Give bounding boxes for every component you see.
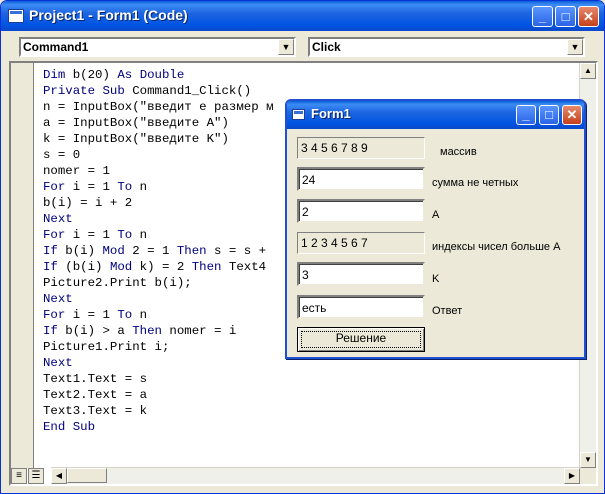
horizontal-scrollbar[interactable]: ◀ ▶: [51, 467, 580, 484]
a-label: A: [432, 209, 440, 221]
code-margin: [11, 63, 34, 468]
scroll-up-icon[interactable]: ▲: [580, 63, 596, 79]
code-line[interactable]: Text2.Text = a: [43, 387, 274, 403]
procedure-view-icon[interactable]: ≡: [11, 468, 27, 484]
text2-field[interactable]: 2: [297, 199, 425, 223]
form-minimize-button[interactable]: _: [516, 105, 536, 125]
code-line[interactable]: End Sub: [43, 419, 274, 435]
object-combo-value: Command1: [23, 40, 89, 54]
window-title: Project1 - Form1 (Code): [29, 7, 188, 23]
code-line[interactable]: For i = 1 To n: [43, 179, 274, 195]
code-line[interactable]: a = InputBox("введите A"): [43, 115, 274, 131]
solve-button[interactable]: Решение: [297, 327, 425, 352]
code-line[interactable]: Private Sub Command1_Click(): [43, 83, 274, 99]
code-line[interactable]: Dim b(20) As Double: [43, 67, 274, 83]
picture2-box: 3 4 5 6 7 8 9: [297, 137, 425, 159]
code-lines[interactable]: Dim b(20) As Double Private Sub Command1_…: [43, 67, 274, 435]
form-maximize-button[interactable]: □: [539, 105, 559, 125]
scroll-right-icon[interactable]: ▶: [564, 468, 580, 484]
code-line[interactable]: Next: [43, 291, 274, 307]
text1-field[interactable]: 24: [297, 167, 425, 191]
code-line[interactable]: Picture2.Print b(i);: [43, 275, 274, 291]
code-line[interactable]: Picture1.Print i;: [43, 339, 274, 355]
maximize-button[interactable]: □: [555, 6, 576, 27]
form1-window: Form1 _ □ ✕ 3 4 5 6 7 8 9 массив 24 сумм…: [285, 99, 586, 359]
code-line[interactable]: Text1.Text = s: [43, 371, 274, 387]
code-line[interactable]: Next: [43, 211, 274, 227]
procedure-combo[interactable]: Click ▼: [308, 37, 585, 57]
form1-titlebar[interactable]: Form1 _ □ ✕: [287, 101, 584, 129]
form-icon: [292, 109, 305, 120]
indexes-label: индексы чисел больше А: [432, 241, 561, 253]
app-icon: [8, 9, 24, 23]
picture1-box: 1 2 3 4 5 6 7: [297, 232, 425, 254]
chevron-down-icon[interactable]: ▼: [278, 39, 294, 55]
object-combo[interactable]: Command1 ▼: [19, 37, 296, 57]
close-button[interactable]: ✕: [578, 6, 599, 27]
code-line[interactable]: Next: [43, 355, 274, 371]
code-line[interactable]: If b(i) > a Then nomer = i: [43, 323, 274, 339]
code-line[interactable]: For i = 1 To n: [43, 307, 274, 323]
scroll-down-icon[interactable]: ▼: [580, 452, 596, 468]
odd-sum-label: сумма не четных: [432, 177, 519, 189]
code-line[interactable]: s = 0: [43, 147, 274, 163]
code-line[interactable]: n = InputBox("введит е размер м: [43, 99, 274, 115]
code-window-titlebar[interactable]: Project1 - Form1 (Code) _ □ ✕: [1, 1, 604, 31]
procedure-combo-value: Click: [312, 40, 341, 54]
focus-rect: [301, 331, 421, 348]
code-line[interactable]: If (b(i) Mod k) = 2 Then Text4: [43, 259, 274, 275]
scroll-thumb[interactable]: [67, 468, 107, 483]
form1-title: Form1: [311, 106, 351, 121]
k-label: K: [432, 273, 440, 285]
array-label: массив: [440, 146, 477, 158]
code-line[interactable]: For i = 1 To n: [43, 227, 274, 243]
scroll-corner: [580, 468, 596, 484]
code-line[interactable]: k = InputBox("введите K"): [43, 131, 274, 147]
code-line[interactable]: Text3.Text = k: [43, 403, 274, 419]
text4-field[interactable]: есть: [297, 295, 425, 319]
answer-label: Ответ: [432, 305, 463, 317]
code-line[interactable]: If b(i) Mod 2 = 1 Then s = s +: [43, 243, 274, 259]
code-line[interactable]: nomer = 1: [43, 163, 274, 179]
minimize-button[interactable]: _: [532, 6, 553, 27]
scroll-left-icon[interactable]: ◀: [51, 468, 67, 484]
chevron-down-icon[interactable]: ▼: [567, 39, 583, 55]
form-close-button[interactable]: ✕: [562, 105, 582, 125]
code-line[interactable]: b(i) = i + 2: [43, 195, 274, 211]
full-module-view-icon[interactable]: ☰: [28, 468, 44, 484]
text3-field[interactable]: 3: [297, 262, 425, 286]
